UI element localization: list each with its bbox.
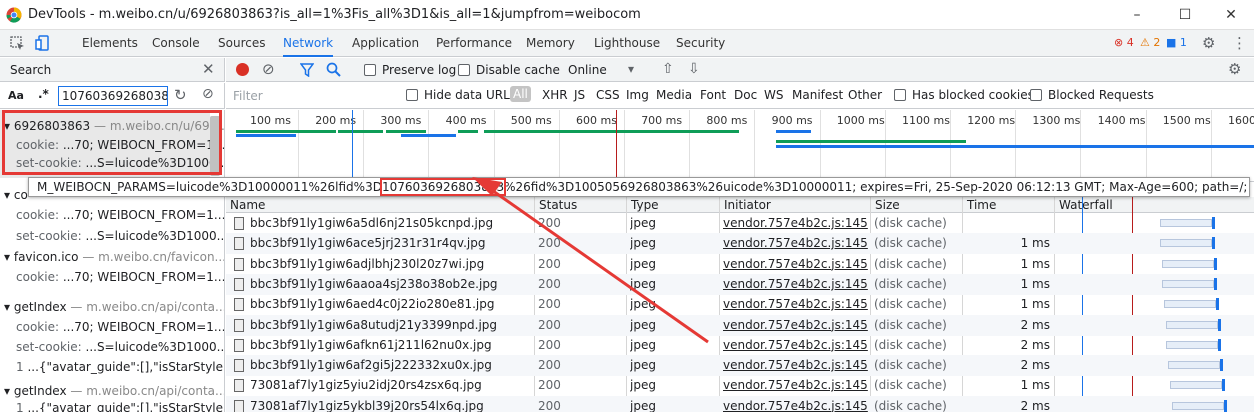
annotation-arrow bbox=[472, 177, 709, 344]
